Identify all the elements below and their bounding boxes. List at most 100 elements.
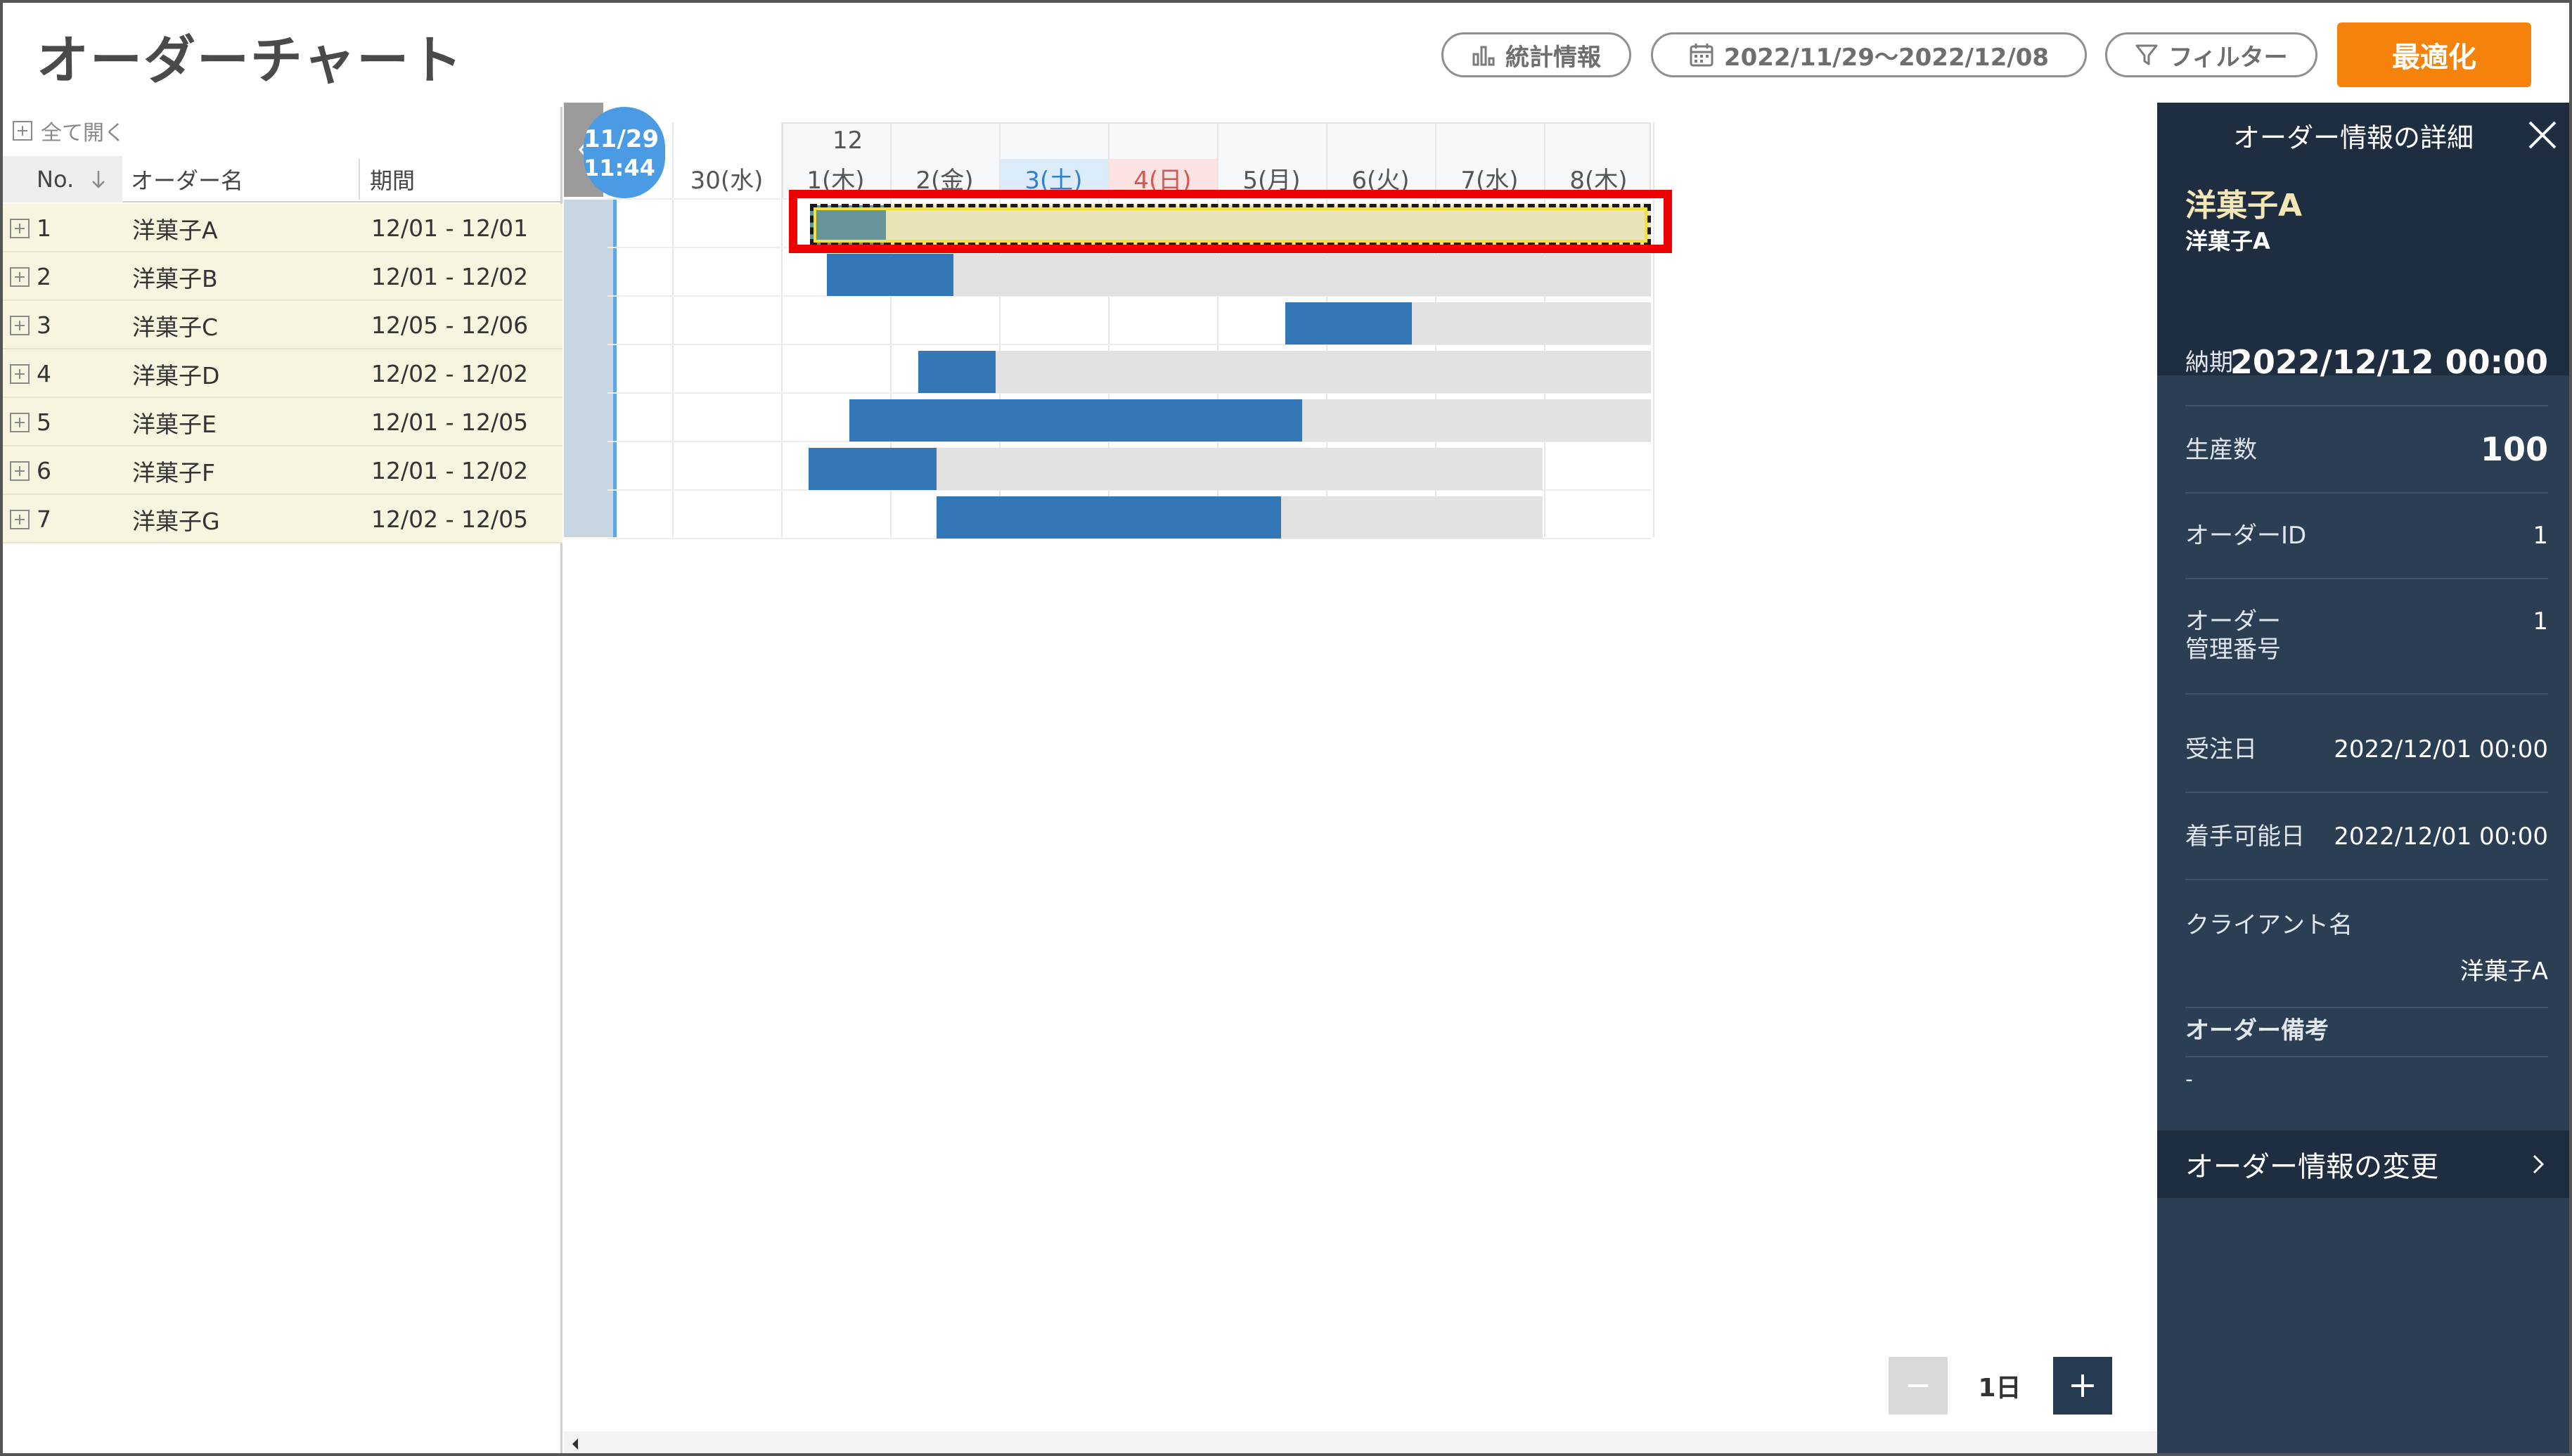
chevron-right-icon: [2533, 1154, 2545, 1174]
close-icon[interactable]: [2526, 118, 2559, 152]
divider: [2185, 578, 2548, 579]
bar-chart-icon: [1472, 46, 1495, 66]
grid-vline: [781, 122, 783, 537]
column-header-name[interactable]: オーダー名: [131, 156, 243, 202]
date-range-label: 2022/11/29〜2022/12/08: [1723, 43, 2050, 72]
column-header-no-label: No.: [37, 166, 75, 193]
field-label: オーダーID: [2185, 522, 2307, 550]
order-list-panel: 全て開く No. オーダー名 期間 1 洋菓子A 12/01 - 12/01 2 洋菓子…: [3, 107, 562, 1453]
order-bar[interactable]: [827, 254, 953, 296]
row-no: 2: [37, 263, 51, 290]
field-value: 2022/12/01 00:00: [2334, 823, 2548, 851]
expand-plus-icon: [13, 121, 32, 141]
divider: [2185, 1056, 2548, 1057]
divider: [2185, 492, 2548, 494]
expand-all-button[interactable]: 全て開く: [13, 115, 125, 146]
row-expand-icon: [10, 509, 30, 529]
divider: [2185, 405, 2548, 406]
order-detail-panel: オーダー情報の詳細 洋菓子A 洋菓子A 納期 2022/12/12 00:00 生産…: [2157, 103, 2569, 1453]
order-bar[interactable]: [918, 351, 996, 393]
expand-all-label: 全て開く: [41, 121, 125, 146]
table-row[interactable]: 2 洋菓子B 12/01 - 12/02: [3, 252, 562, 301]
row-order-name: 洋菓子B: [132, 264, 218, 292]
row-period: 12/05 - 12/06: [371, 311, 529, 339]
stats-button[interactable]: 統計情報: [1441, 32, 1631, 77]
row-expand-icon: [10, 266, 30, 287]
row-order-name: 洋菓子F: [132, 458, 215, 487]
date-range-button[interactable]: 2022/11/29〜2022/12/08: [1651, 32, 2087, 77]
field-value: 1: [2533, 522, 2548, 550]
sort-down-icon: [92, 171, 105, 188]
table-row[interactable]: 7 洋菓子G 12/02 - 12/05: [3, 495, 562, 543]
column-header-no[interactable]: No.: [37, 156, 108, 202]
row-expand-icon: [10, 218, 30, 238]
row-expand-icon: [10, 363, 30, 384]
order-bar[interactable]: [937, 496, 1281, 539]
table-header: No. オーダー名 期間: [3, 156, 562, 202]
order-chart-window: オーダーチャート 統計情報 2022/11/29〜2022/12/08 フィルタ…: [0, 0, 2572, 1456]
order-bar[interactable]: [849, 399, 1302, 442]
column-header-period[interactable]: 期間: [370, 156, 415, 202]
row-expand[interactable]: [10, 204, 38, 252]
day-label: 30(水): [690, 166, 764, 195]
current-time-date: 11/29: [584, 125, 660, 153]
row-period: 12/01 - 12/02: [371, 457, 529, 484]
row-expand[interactable]: [10, 349, 38, 398]
field-label: クライアント名: [2185, 911, 2353, 939]
order-bar[interactable]: [809, 448, 937, 490]
row-expand[interactable]: [10, 495, 38, 543]
field-value: 洋菓子A: [2460, 958, 2548, 986]
table-row[interactable]: 3 洋菓子C 12/05 - 12/06: [3, 301, 562, 349]
field-value: 2022/12/01 00:00: [2334, 735, 2548, 764]
row-order-name: 洋菓子E: [132, 410, 217, 438]
grid-vline: [672, 122, 674, 537]
calendar-icon: [1690, 44, 1713, 67]
field-label: 着手可能日: [2185, 823, 2305, 851]
page-title: オーダーチャート: [37, 30, 464, 91]
row-period: 12/01 - 12/05: [371, 408, 529, 436]
field-value: 1: [2533, 607, 2548, 636]
table-row[interactable]: 1 洋菓子A 12/01 - 12/01: [3, 204, 562, 252]
optimize-button[interactable]: 最適化: [2337, 22, 2531, 87]
filter-icon: [2135, 44, 2158, 65]
row-expand[interactable]: [10, 446, 38, 495]
memo-label: オーダー備考: [2185, 1017, 2329, 1045]
order-bar[interactable]: [1285, 302, 1412, 344]
row-expand[interactable]: [10, 398, 38, 446]
zoom-in-button[interactable]: [2053, 1357, 2112, 1415]
divider: [2185, 693, 2548, 695]
field-label: 受注日: [2185, 735, 2257, 764]
grid-vline: [1653, 122, 1654, 537]
row-period: 12/02 - 12/02: [371, 360, 529, 387]
row-no: 4: [37, 360, 51, 387]
row-order-name: 洋菓子G: [132, 507, 220, 535]
memo-value: -: [2185, 1067, 2193, 1092]
table-row[interactable]: 4 洋菓子D 12/02 - 12/02: [3, 349, 562, 398]
edit-order-button[interactable]: オーダー情報の変更: [2157, 1130, 2569, 1198]
filter-button[interactable]: フィルター: [2105, 32, 2317, 77]
zoom-level: 1日: [1978, 1374, 2021, 1403]
row-expand-icon: [10, 315, 30, 335]
current-time-clock: 11:44: [584, 155, 655, 181]
zoom-out-button[interactable]: [1889, 1357, 1948, 1415]
selected-order-highlight: [789, 190, 1672, 253]
column-divider: [359, 159, 360, 200]
table-row[interactable]: 6 洋菓子F 12/01 - 12/02: [3, 446, 562, 495]
detail-panel-header: オーダー情報の詳細: [2157, 103, 2569, 167]
table-row[interactable]: 5 洋菓子E 12/01 - 12/05: [3, 398, 562, 446]
divider: [2185, 879, 2548, 880]
current-time-marker[interactable]: 11/29 11:44: [584, 107, 665, 198]
month-label: 12: [832, 127, 863, 155]
divider: [2185, 1007, 2548, 1008]
plus-icon: [2071, 1374, 2094, 1397]
row-expand[interactable]: [10, 252, 38, 301]
field-value: 2022/12/12 00:00: [2230, 343, 2548, 381]
horizontal-scrollbar[interactable]: [564, 1431, 2157, 1453]
available-range-bar[interactable]: [918, 351, 1651, 393]
row-order-name: 洋菓子A: [132, 216, 218, 244]
row-expand[interactable]: [10, 301, 38, 349]
row-no: 5: [37, 408, 51, 436]
row-no: 6: [37, 457, 51, 484]
edit-order-label: オーダー情報の変更: [2185, 1151, 2438, 1183]
field-value: 100: [2480, 430, 2548, 468]
